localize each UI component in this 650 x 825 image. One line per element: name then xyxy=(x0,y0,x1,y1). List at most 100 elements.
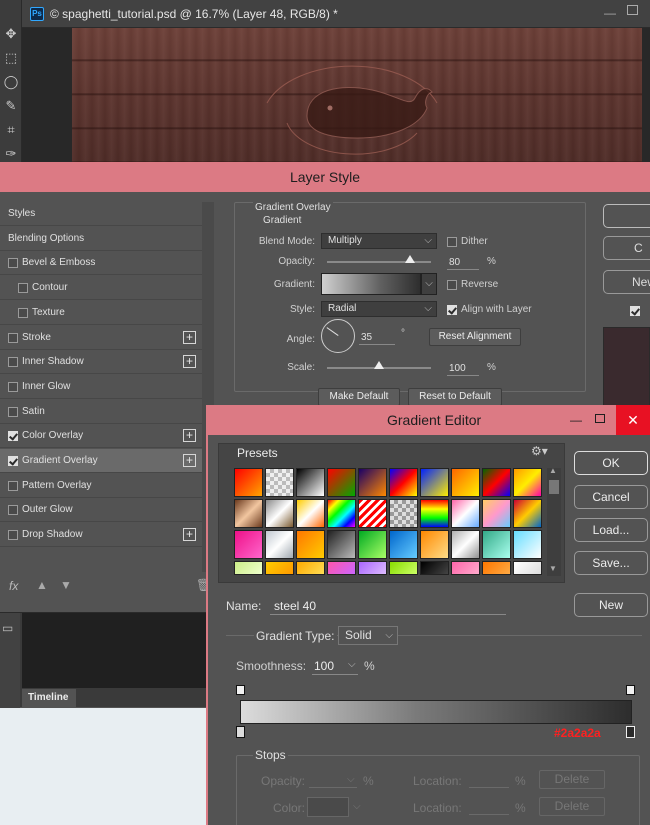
scale-slider-knob[interactable] xyxy=(374,361,384,369)
style-row[interactable]: Inner Shadow + xyxy=(0,350,202,375)
angle-dial[interactable] xyxy=(321,319,355,353)
preset-swatch[interactable] xyxy=(234,561,263,575)
preset-swatch[interactable] xyxy=(420,530,449,559)
close-icon[interactable]: ✕ xyxy=(616,405,650,435)
preset-swatch[interactable] xyxy=(265,561,294,575)
preset-swatch[interactable] xyxy=(265,499,294,528)
minimize-icon[interactable]: — xyxy=(604,6,616,20)
style-row[interactable]: Texture xyxy=(0,301,202,325)
reset-alignment-button[interactable]: Reset Alignment xyxy=(429,328,521,346)
blend-mode-select[interactable]: Multiply ⌵ xyxy=(321,233,437,249)
style-checkbox[interactable] xyxy=(18,307,28,318)
timeline-tab[interactable]: Timeline xyxy=(22,689,76,707)
gradient-editor-titlebar[interactable]: Gradient Editor — ✕ xyxy=(206,405,650,435)
style-row[interactable]: Pattern Overlay xyxy=(0,474,202,498)
style-row[interactable]: Satin xyxy=(0,400,202,424)
preset-swatch[interactable] xyxy=(482,530,511,559)
move-up-icon[interactable]: ▲ xyxy=(36,578,48,592)
dither-checkbox[interactable] xyxy=(447,237,457,247)
style-row[interactable]: Blending Options xyxy=(0,227,202,251)
style-checkbox[interactable] xyxy=(8,357,18,368)
color-stop-left[interactable] xyxy=(236,726,245,738)
minimize-icon[interactable]: — xyxy=(570,405,582,435)
make-default-button[interactable]: Make Default xyxy=(318,388,400,406)
style-checkbox[interactable] xyxy=(8,332,18,343)
add-style-icon[interactable]: + xyxy=(183,429,196,443)
style-row[interactable]: Styles xyxy=(0,202,202,226)
opacity-stop-left[interactable] xyxy=(236,685,245,695)
quick-select-tool-icon[interactable]: ✎ xyxy=(3,98,19,114)
align-with-layer-checkbox[interactable] xyxy=(447,305,457,315)
document-title[interactable]: © spaghetti_tutorial.psd @ 16.7% (Layer … xyxy=(50,7,338,21)
style-row[interactable]: Drop Shadow + xyxy=(0,523,202,548)
gradient-type-select[interactable]: Solid ⌵ xyxy=(338,626,398,645)
eyedropper-tool-icon[interactable]: ✑ xyxy=(3,146,19,162)
preset-swatch[interactable] xyxy=(389,499,418,528)
preset-swatch[interactable] xyxy=(327,468,356,497)
fx-button[interactable]: fx xyxy=(9,579,18,593)
preset-swatch[interactable] xyxy=(265,530,294,559)
stop-color-location-input[interactable] xyxy=(469,799,509,815)
maximize-icon[interactable] xyxy=(595,414,605,423)
preset-swatch[interactable] xyxy=(265,468,294,497)
preset-swatch[interactable] xyxy=(451,530,480,559)
gradient-preview[interactable] xyxy=(321,273,421,295)
preset-swatch[interactable] xyxy=(513,561,542,575)
gear-icon[interactable]: ⚙▾ xyxy=(531,444,548,458)
style-row[interactable]: Stroke + xyxy=(0,326,202,350)
preset-swatch[interactable] xyxy=(234,468,263,497)
preset-swatch[interactable] xyxy=(234,530,263,559)
angle-input[interactable]: 35 xyxy=(359,330,395,345)
cancel-button[interactable]: Cancel xyxy=(574,485,648,509)
style-checkbox[interactable] xyxy=(8,480,18,491)
style-checkbox[interactable] xyxy=(8,406,18,417)
stop-color-swatch[interactable] xyxy=(307,797,349,817)
timeline-track-area[interactable] xyxy=(22,613,206,688)
style-checkbox[interactable] xyxy=(18,283,28,294)
style-row[interactable]: Color Overlay + xyxy=(0,424,202,449)
delete-color-stop-button[interactable]: Delete xyxy=(539,797,605,816)
chevron-down-icon[interactable]: ⌵ xyxy=(347,774,355,785)
style-row[interactable]: Bevel & Emboss xyxy=(0,251,202,276)
new-button[interactable]: New xyxy=(574,593,648,617)
preset-swatch[interactable] xyxy=(358,468,387,497)
style-row[interactable]: Inner Glow xyxy=(0,375,202,399)
reverse-checkbox[interactable] xyxy=(447,280,457,290)
preset-swatch[interactable] xyxy=(451,468,480,497)
style-row[interactable]: Contour xyxy=(0,276,202,301)
style-checkbox[interactable] xyxy=(8,456,18,466)
marquee-tool-icon[interactable]: ⬚ xyxy=(3,50,19,66)
chevron-down-icon[interactable]: ⌵ xyxy=(348,659,356,670)
new-style-button[interactable]: New xyxy=(603,270,650,294)
restore-icon[interactable] xyxy=(627,5,638,15)
add-style-icon[interactable]: + xyxy=(183,330,196,344)
preset-swatch[interactable] xyxy=(451,499,480,528)
style-checkbox[interactable] xyxy=(8,505,18,516)
cancel-button[interactable]: C xyxy=(603,236,650,260)
ok-button[interactable]: OK xyxy=(574,451,648,475)
scroll-up-icon[interactable]: ▲ xyxy=(549,466,557,475)
add-style-icon[interactable]: + xyxy=(183,528,196,542)
scale-input[interactable]: 100 xyxy=(447,361,479,376)
load-button[interactable]: Load... xyxy=(574,518,648,542)
style-checkbox[interactable] xyxy=(8,258,18,269)
stop-opacity-location-input[interactable] xyxy=(469,772,509,788)
add-style-icon[interactable]: + xyxy=(183,454,196,467)
add-style-icon[interactable]: + xyxy=(183,355,196,369)
crop-tool-icon[interactable]: ⌗ xyxy=(3,122,19,138)
ok-button[interactable] xyxy=(603,204,650,228)
preset-swatch[interactable] xyxy=(482,499,511,528)
preset-swatch[interactable] xyxy=(482,561,511,575)
preset-swatch[interactable] xyxy=(420,468,449,497)
scale-slider[interactable] xyxy=(327,361,431,369)
preset-swatch[interactable] xyxy=(296,468,325,497)
style-checkbox[interactable] xyxy=(8,530,18,541)
layer-style-titlebar[interactable]: Layer Style xyxy=(0,162,650,192)
preset-swatch[interactable] xyxy=(451,561,480,575)
preset-swatch[interactable] xyxy=(389,530,418,559)
preset-swatch[interactable] xyxy=(234,499,263,528)
save-button[interactable]: Save... xyxy=(574,551,648,575)
canvas-area[interactable] xyxy=(22,28,650,165)
move-down-icon[interactable]: ▼ xyxy=(60,578,72,592)
opacity-input[interactable]: 80 xyxy=(447,255,479,270)
